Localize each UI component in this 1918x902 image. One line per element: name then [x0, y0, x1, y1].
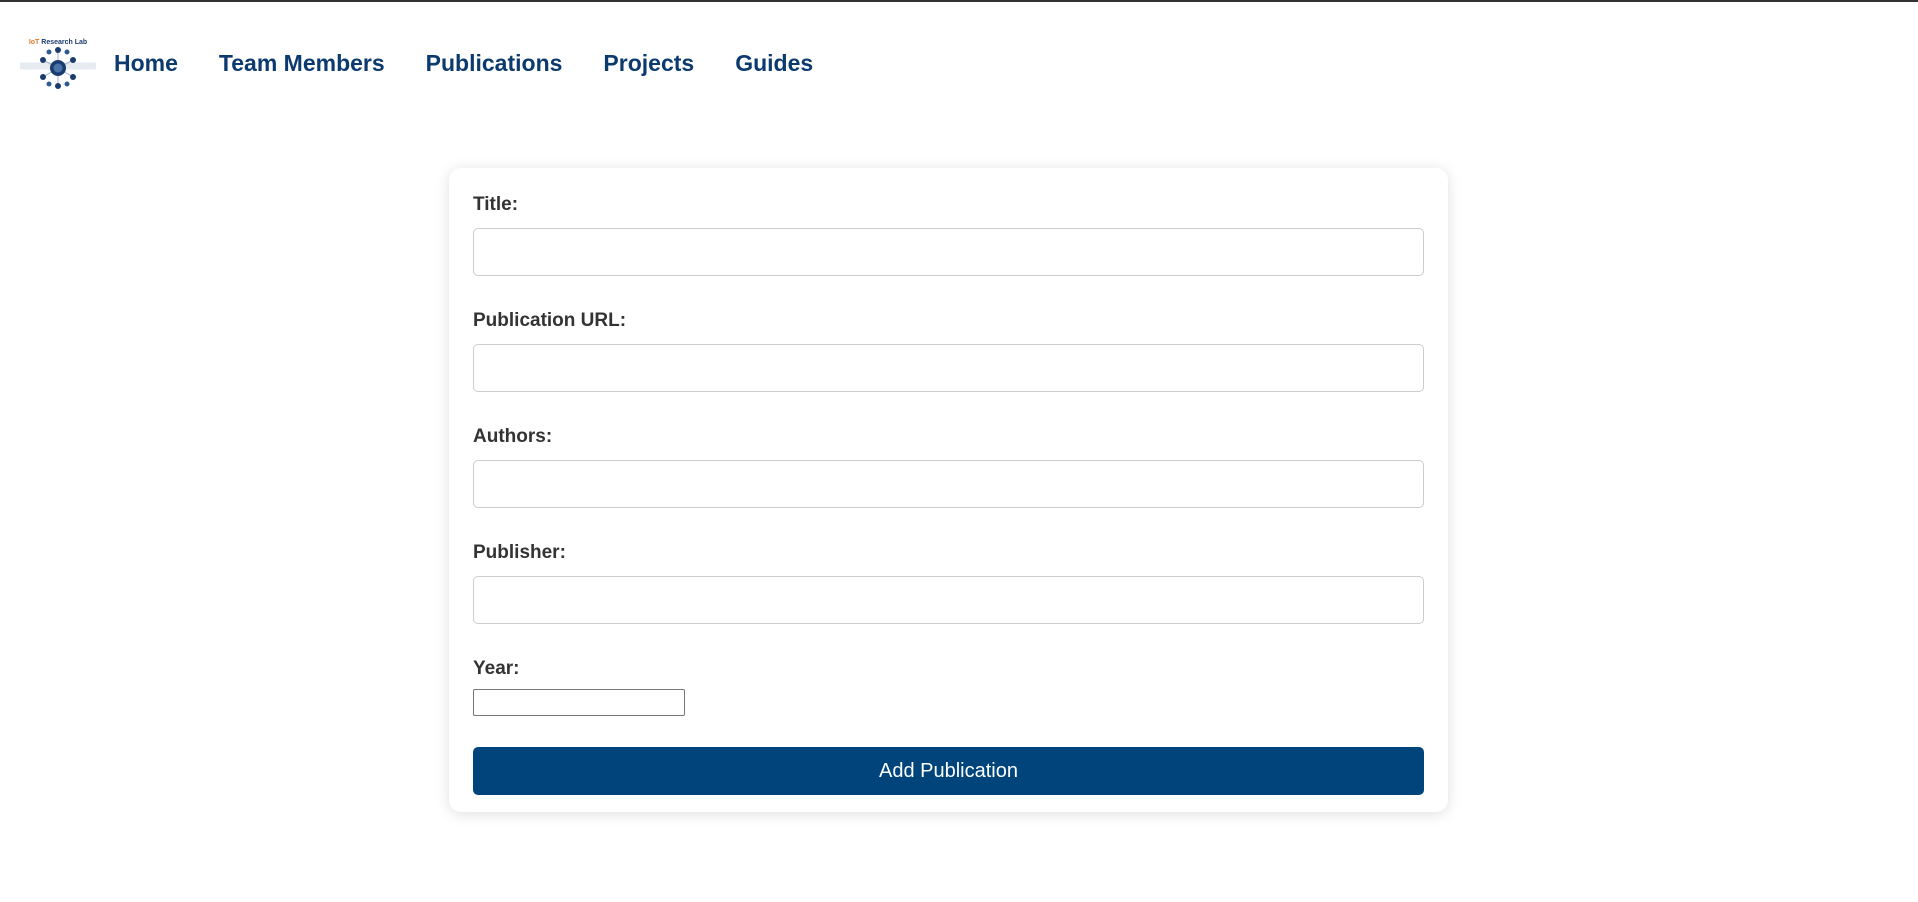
- year-group: Year:: [473, 658, 1423, 716]
- title-group: Title:: [473, 194, 1424, 276]
- authors-input[interactable]: [473, 460, 1424, 508]
- publisher-input[interactable]: [473, 576, 1424, 624]
- nav-link-projects[interactable]: Projects: [603, 50, 694, 77]
- url-group: Publication URL:: [473, 310, 1424, 392]
- nav-link-home[interactable]: Home: [114, 50, 178, 77]
- add-publication-button[interactable]: Add Publication: [473, 747, 1424, 795]
- title-label: Title:: [473, 194, 519, 215]
- logo-caption: IoT Research Lab: [20, 39, 96, 46]
- add-publication-form: Title: Publication URL: Authors: Publish…: [449, 168, 1448, 812]
- lab-logo[interactable]: IoT Research Lab: [20, 36, 96, 90]
- publication-url-input[interactable]: [473, 344, 1424, 392]
- logo-caption-text: Research Lab: [39, 39, 88, 46]
- navbar: IoT Research Lab Home Team Members Publi…: [20, 32, 854, 94]
- nav-link-guides[interactable]: Guides: [735, 50, 813, 77]
- authors-label: Authors:: [473, 426, 553, 447]
- logo-caption-accent: IoT: [28, 39, 40, 46]
- publication-url-label: Publication URL:: [473, 310, 627, 331]
- year-input[interactable]: [473, 689, 685, 716]
- year-label: Year:: [473, 658, 520, 679]
- title-input[interactable]: [473, 228, 1424, 276]
- publisher-group: Publisher:: [473, 542, 1424, 624]
- nav-link-team-members[interactable]: Team Members: [219, 50, 385, 77]
- nav-link-publications[interactable]: Publications: [426, 50, 563, 77]
- authors-group: Authors:: [473, 426, 1424, 508]
- main-nav: Home Team Members Publications Projects …: [114, 50, 854, 77]
- publisher-label: Publisher:: [473, 542, 566, 563]
